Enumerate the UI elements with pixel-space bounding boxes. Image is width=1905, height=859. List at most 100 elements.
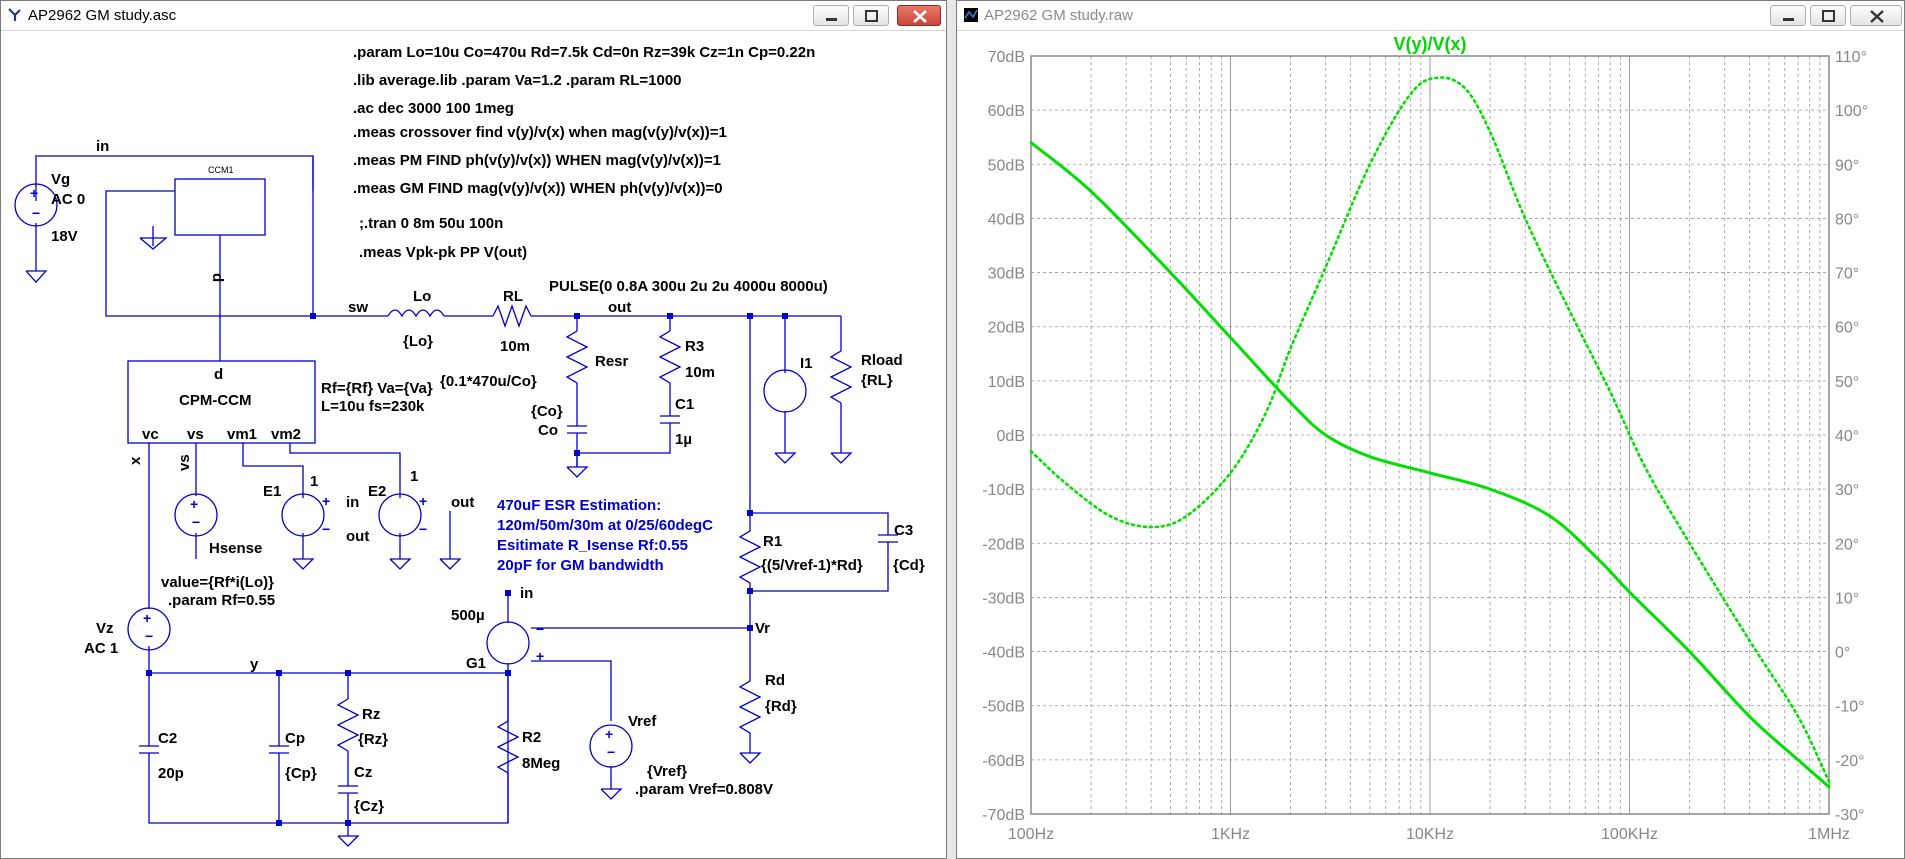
schematic-canvas[interactable]: .param Lo=10u Co=470u Rd=7.5k Cd=0n Rz=3…	[3, 31, 944, 856]
bode-plot[interactable]: 70dB 60dB 50dB 40dB 30dB 20dB 10dB 0dB -10dB -20d…	[959, 31, 1902, 856]
c1-name[interactable]: C1	[675, 396, 694, 413]
comment-line-2: 120m/50m/30m at 0/25/60degC	[497, 517, 713, 534]
r3-name[interactable]: R3	[685, 338, 704, 355]
waveform-close-button[interactable]	[1850, 5, 1902, 26]
co-value[interactable]: {Co}	[531, 403, 563, 420]
cpm-d-pin: d	[214, 366, 223, 383]
svg-text:−: −	[145, 628, 153, 644]
waveform-minimize-button[interactable]	[1770, 5, 1806, 26]
hsense-name[interactable]: Hsense	[209, 540, 262, 557]
waveform-titlebar[interactable]: AP2962 GM study.raw	[957, 1, 1904, 31]
rload-name[interactable]: Rload	[861, 352, 903, 369]
schematic-window-title: AP2962 GM study.asc	[28, 7, 177, 24]
directive-meas-vpk[interactable]: .meas Vpk-pk PP V(out)	[359, 244, 527, 261]
svg-text:−: −	[536, 621, 544, 637]
c3-value[interactable]: {Cd}	[893, 557, 925, 574]
plot-pane[interactable]: 70dB 60dB 50dB 40dB 30dB 20dB 10dB 0dB -10dB -20d…	[959, 31, 1902, 856]
e2-name[interactable]: E2	[368, 483, 386, 500]
directive-tran[interactable]: ;.tran 0 8m 50u 100n	[359, 215, 503, 232]
y-right-tick-label: 80°	[1835, 211, 1859, 228]
r2-value[interactable]: 8Meg	[522, 755, 560, 772]
directive-params[interactable]: .param Lo=10u Co=470u Rd=7.5k Cd=0n Rz=3…	[353, 44, 815, 61]
co-name[interactable]: Co	[538, 422, 558, 439]
svg-text:−: −	[419, 521, 427, 537]
directive-meas-gm[interactable]: .meas GM FIND mag(v(y)/v(x)) WHEN ph(v(y…	[353, 180, 723, 197]
cpm-param-1[interactable]: Rf={Rf} Va={Va}	[321, 380, 433, 397]
e2-pin-out: out	[451, 494, 474, 511]
directive-lib[interactable]: .lib average.lib .param Va=1.2 .param RL…	[353, 72, 682, 89]
r2-name[interactable]: R2	[522, 729, 541, 746]
vref-value[interactable]: {Vref}	[647, 763, 687, 780]
schematic-titlebar[interactable]: AP2962 GM study.asc	[1, 1, 946, 31]
net-label-out: out	[608, 299, 631, 316]
x-tick-label: 10KHz	[1406, 826, 1454, 843]
trace-title[interactable]: V(y)/V(x)	[1393, 34, 1466, 54]
cpm-param-2[interactable]: L=10u fs=230k	[321, 398, 425, 415]
rd-value[interactable]: {Rd}	[765, 698, 797, 715]
y-right-tick-label: 20°	[1835, 536, 1859, 553]
resr-name[interactable]: Resr	[595, 353, 629, 370]
hsense-value[interactable]: value={Rf*i(Lo)}	[161, 574, 274, 591]
lo-name[interactable]: Lo	[413, 288, 431, 305]
rz-name[interactable]: Rz	[362, 706, 380, 723]
comment-line-3: Esitimate R_Isense Rf:0.55	[497, 537, 688, 554]
c3-name[interactable]: C3	[894, 522, 913, 539]
cz-name[interactable]: Cz	[354, 764, 372, 781]
vg-name[interactable]: Vg	[51, 171, 70, 188]
cz-value[interactable]: {Cz}	[354, 798, 384, 815]
close-button[interactable]	[897, 5, 941, 26]
net-label-vs: vs	[176, 454, 193, 471]
maximize-button[interactable]	[853, 5, 889, 26]
y-left-tick-label: 0dB	[997, 428, 1025, 445]
g1-name[interactable]: G1	[466, 655, 486, 672]
x-tick-label: 100Hz	[1008, 826, 1054, 843]
c1-value[interactable]: 1µ	[675, 431, 692, 448]
vref-param[interactable]: .param Vref=0.808V	[635, 781, 773, 798]
rl-value[interactable]: 10m	[500, 338, 530, 355]
y-right-tick-label: 110°	[1835, 49, 1867, 66]
e1-name[interactable]: E1	[263, 483, 281, 500]
cpm-name[interactable]: CPM-CCM	[179, 392, 252, 409]
e2-gain[interactable]: 1	[410, 468, 418, 485]
vref-name[interactable]: Vref	[628, 713, 657, 730]
r1-value[interactable]: {(5/Vref-1)*Rd}	[761, 557, 863, 574]
waveform-window-title: AP2962 GM study.raw	[984, 7, 1133, 24]
vz-name[interactable]: Vz	[96, 620, 114, 637]
cp-value[interactable]: {Cp}	[285, 765, 317, 782]
svg-text:+: +	[190, 496, 198, 512]
param-rf[interactable]: .param Rf=0.55	[168, 592, 275, 609]
rload-value[interactable]: {RL}	[861, 372, 893, 389]
close-icon	[1870, 10, 1884, 23]
e1-gain[interactable]: 1	[310, 473, 318, 490]
resr-value[interactable]: {0.1*470u/Co}	[440, 373, 537, 390]
directive-ac[interactable]: .ac dec 3000 100 1meg	[353, 100, 514, 117]
waveform-window[interactable]: AP2962 GM study.raw 70dB 60dB 50dB 40dB 30dB…	[956, 0, 1905, 859]
schematic-window[interactable]: AP2962 GM study.asc .param Lo=10u Co=470…	[0, 0, 947, 859]
rl-name[interactable]: RL	[503, 288, 523, 305]
r1-name[interactable]: R1	[763, 533, 782, 550]
r3-value[interactable]: 10m	[685, 364, 715, 381]
lo-value[interactable]: {Lo}	[403, 333, 433, 350]
directive-meas-pm[interactable]: .meas PM FIND ph(v(y)/v(x)) WHEN mag(v(y…	[353, 152, 721, 169]
ccm1-label[interactable]: CCM1	[208, 165, 234, 175]
vg-dc[interactable]: 18V	[51, 228, 78, 245]
vz-ac[interactable]: AC 1	[84, 640, 118, 657]
i1-pulse[interactable]: PULSE(0 0.8A 300u 2u 2u 4000u 8000u)	[549, 278, 828, 295]
window-splitter[interactable]	[947, 0, 956, 859]
minimize-button[interactable]	[813, 5, 849, 26]
waveform-maximize-button[interactable]	[1810, 5, 1846, 26]
net-label-y: y	[250, 656, 259, 673]
c2-name[interactable]: C2	[158, 730, 177, 747]
c2-value[interactable]: 20p	[158, 765, 184, 782]
i1-name[interactable]: I1	[800, 355, 813, 372]
vg-ac[interactable]: AC 0	[51, 191, 85, 208]
g1-value[interactable]: 500µ	[451, 607, 485, 624]
rd-name[interactable]: Rd	[765, 672, 785, 689]
directive-meas-crossover[interactable]: .meas crossover find v(y)/v(x) when mag(…	[353, 124, 727, 141]
y-right-tick-label: -30°	[1835, 807, 1865, 824]
svg-text:+: +	[322, 493, 330, 509]
y-right-tick-label: -20°	[1835, 753, 1865, 770]
cp-name[interactable]: Cp	[285, 730, 305, 747]
rz-value[interactable]: {Rz}	[358, 731, 388, 748]
y-right-tick-label: -10°	[1835, 699, 1865, 716]
